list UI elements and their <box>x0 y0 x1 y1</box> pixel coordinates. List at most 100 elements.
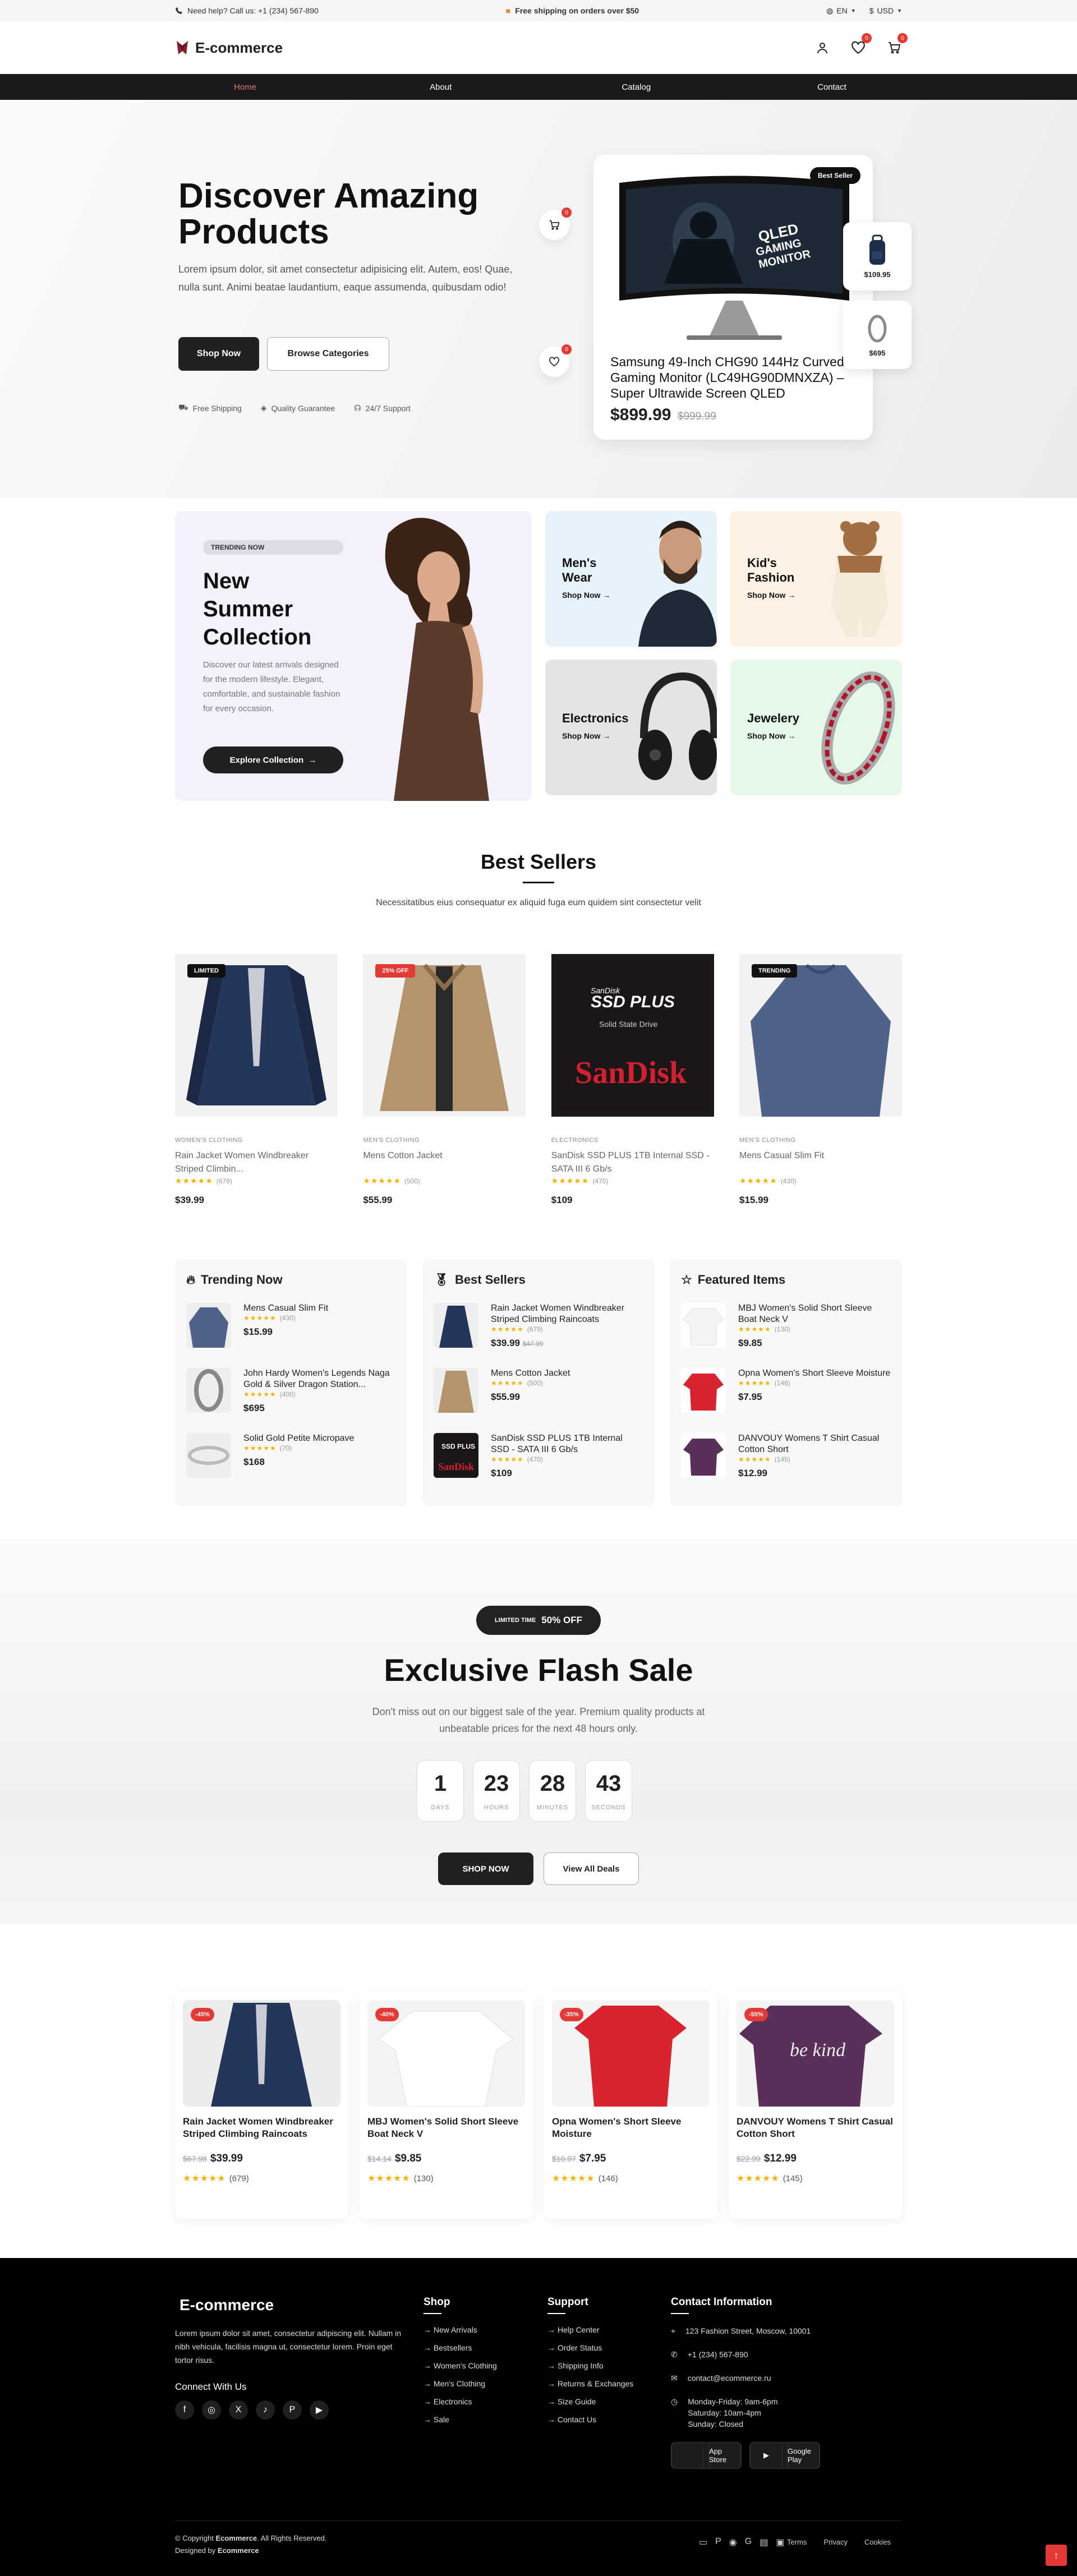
flash-shop-now-button[interactable]: SHOP NOW <box>438 1852 533 1885</box>
rating-stars: ★★★★★ (146) <box>738 1379 790 1387</box>
heart-icon <box>852 41 865 54</box>
footer-link[interactable]: → Returns & Exchanges <box>547 2379 633 2388</box>
list-item[interactable]: John Hardy Women's Legends Naga Gold & S… <box>186 1368 396 1420</box>
currency-select[interactable]: $ USD ▼ <box>869 6 902 15</box>
category-shop-link[interactable]: Shop Now → <box>747 731 795 740</box>
footer-link[interactable]: → Bestsellers <box>424 2343 497 2352</box>
top-bar: Need help? Call us: +1 (234) 567-890 ■ F… <box>0 0 1077 21</box>
footer-link[interactable]: → Men's Clothing <box>424 2379 497 2388</box>
footer-link[interactable]: → New Arrivals <box>424 2325 497 2334</box>
rating-stars: ★★★★★ (679) <box>491 1325 543 1333</box>
deal-price-row: $10.97 $7.95 <box>552 2153 710 2165</box>
item-price: $39.99 $47.99 <box>491 1338 643 1349</box>
phone-icon <box>176 7 182 14</box>
account-button[interactable] <box>814 40 830 56</box>
facebook-icon[interactable]: f <box>175 2400 194 2420</box>
product-card[interactable]: LIMITED WOMEN'S CLOTHING Rain Jacket Wom… <box>175 954 338 1206</box>
feature-quality: ◈ Quality Guarantee <box>261 403 335 413</box>
mini-product-price: $695 <box>869 348 886 357</box>
category-mens-wear[interactable]: Men's Wear Shop Now → <box>545 511 717 647</box>
product-name: SanDisk SSD PLUS 1TB Internal SSD - SATA… <box>551 1151 710 1174</box>
x-twitter-icon[interactable]: X <box>229 2400 248 2420</box>
nav-about[interactable]: About <box>399 82 483 92</box>
nav-home[interactable]: Home <box>203 82 287 92</box>
shop-now-label: Shop Now <box>747 591 786 600</box>
category-kids-fashion[interactable]: Kid's Fashion Shop Now → <box>730 511 902 647</box>
mini-product-backpack[interactable]: $109.95 <box>843 222 912 291</box>
deal-image: -35% <box>552 2000 710 2107</box>
deal-card[interactable]: -45% Rain Jacket Women Windbreaker Strip… <box>175 1992 348 2219</box>
view-all-deals-button[interactable]: View All Deals <box>544 1852 639 1885</box>
category-jewelery[interactable]: Jewelery Shop Now → <box>730 660 902 795</box>
youtube-icon[interactable]: ▶ <box>310 2400 329 2420</box>
footer-link[interactable]: → Size Guide <box>547 2397 633 2406</box>
deal-card[interactable]: be kind -55% DANVOUY Womens T Shirt Casua… <box>729 1992 902 2219</box>
footer-link[interactable]: → Electronics <box>424 2397 497 2406</box>
browse-categories-button[interactable]: Browse Categories <box>267 337 389 371</box>
footer-link[interactable]: → Help Center <box>547 2325 633 2334</box>
countdown-timer: 1 DAYS 23 HOURS 28 MINUTES 43 SECONDS <box>417 1760 632 1822</box>
category-shop-link[interactable]: Shop Now → <box>562 731 610 740</box>
brand-logo[interactable]: E-commerce <box>175 39 283 57</box>
scroll-to-top-button[interactable]: ↑ <box>1046 2545 1067 2566</box>
nav-catalog[interactable]: Catalog <box>594 82 678 92</box>
category-title-line2: Fashion <box>747 570 795 584</box>
app-store-button[interactable]: App Store <box>671 2442 742 2469</box>
footer-link[interactable]: → Contact Us <box>547 2415 633 2424</box>
flash-sale-section: LIMITED TIME 50% OFF Exclusive Flash Sal… <box>0 1540 1077 1924</box>
item-price: $168 <box>243 1457 265 1467</box>
list-item[interactable]: DANVOUY Womens T Shirt Casual Cotton Sho… <box>681 1433 891 1485</box>
list-item[interactable]: SanDisk SSD PLUS SanDisk SSD PLUS 1TB Inte… <box>434 1433 643 1485</box>
wishlist-button[interactable]: 0 <box>850 33 872 56</box>
rating-count: (679) <box>527 1325 543 1333</box>
brand-name: E-commerce <box>195 39 283 56</box>
featured-product-card[interactable]: Best Seller QLED GAMING MONITOR Samsung … <box>593 155 873 440</box>
deal-card[interactable]: -40% MBJ Women's Solid Short Sleeve Boat… <box>360 1992 533 2219</box>
collection-title-line3: Collection <box>203 625 312 649</box>
product-card[interactable]: 25% OFF MEN'S CLOTHING Mens Cotton Jacke… <box>363 954 526 1206</box>
list-item[interactable]: Mens Casual Slim Fit ★★★★★ (430) $15.99 <box>186 1303 396 1354</box>
bracelet-image <box>868 315 887 342</box>
category-electronics[interactable]: Electronics Shop Now → <box>545 660 717 795</box>
product-card[interactable]: SanDisk SSD PLUS Solid State Drive SanDisk … <box>551 954 714 1206</box>
footer-link[interactable]: → Order Status <box>547 2343 633 2352</box>
star-icon: ☆ <box>681 1273 692 1287</box>
instagram-icon[interactable]: ◎ <box>202 2400 221 2420</box>
shop-now-button[interactable]: Shop Now <box>178 337 259 371</box>
list-item[interactable]: Solid Gold Petite Micropave ★★★★★ (70) $168 <box>186 1433 396 1485</box>
rating-count: (130) <box>413 2174 434 2183</box>
list-item[interactable]: Mens Cotton Jacket ★★★★★ (500) $55.99 <box>434 1368 643 1420</box>
google-play-button[interactable]: ▶ Google Play <box>749 2442 820 2469</box>
footer-link[interactable]: → Sale <box>424 2415 497 2424</box>
nav-contact[interactable]: Contact <box>790 82 874 92</box>
svg-text:SSD PLUS: SSD PLUS <box>441 1443 475 1450</box>
product-card[interactable]: TRENDING MEN'S CLOTHING Mens Casual Slim… <box>739 954 902 1206</box>
list-item[interactable]: Opna Women's Short Sleeve Moisture ★★★★★(… <box>681 1368 891 1420</box>
pinterest-icon[interactable]: P <box>283 2400 302 2420</box>
tiktok-icon[interactable]: ♪ <box>256 2400 275 2420</box>
list-item[interactable]: MBJ Women's Solid Short Sleeve Boat Neck… <box>681 1303 891 1354</box>
floating-wishlist-button[interactable]: 0 <box>539 344 572 377</box>
explore-collection-button[interactable]: Explore Collection → <box>203 746 343 773</box>
deal-old-price: $14.14 <box>367 2154 392 2163</box>
mini-product-bracelet[interactable]: $695 <box>843 301 912 369</box>
language-select[interactable]: ◍ EN ▼ <box>826 6 856 16</box>
footer-link[interactable]: → Women's Clothing <box>424 2361 497 2370</box>
list-item[interactable]: Rain Jacket Women Windbreaker Striped Cl… <box>434 1303 643 1354</box>
cookies-link[interactable]: Cookies <box>864 2538 891 2546</box>
floating-cart-count: 0 <box>561 208 572 218</box>
deal-old-price: $10.97 <box>552 2154 576 2163</box>
terms-link[interactable]: Terms <box>787 2538 807 2546</box>
email-text[interactable]: contact@ecommerce.ru <box>688 2372 771 2384</box>
category-shop-link[interactable]: Shop Now → <box>562 591 610 600</box>
deal-card[interactable]: -35% Opna Women's Short Sleeve Moisture … <box>544 1992 717 2219</box>
support-column-title: Support <box>547 2296 588 2308</box>
product-image: SanDisk SSD PLUS Solid State Drive SanDisk <box>551 954 714 1117</box>
footer-link[interactable]: → Shipping Info <box>547 2361 633 2370</box>
privacy-link[interactable]: Privacy <box>823 2538 848 2546</box>
cart-button[interactable]: 0 <box>886 33 908 56</box>
summer-collection-card[interactable]: TRENDING NOW New Summer Collection Discove… <box>175 511 532 801</box>
clock-icon: ◷ <box>671 2397 678 2406</box>
category-shop-link[interactable]: Shop Now → <box>747 591 795 600</box>
floating-cart-button[interactable]: 0 <box>539 208 572 240</box>
